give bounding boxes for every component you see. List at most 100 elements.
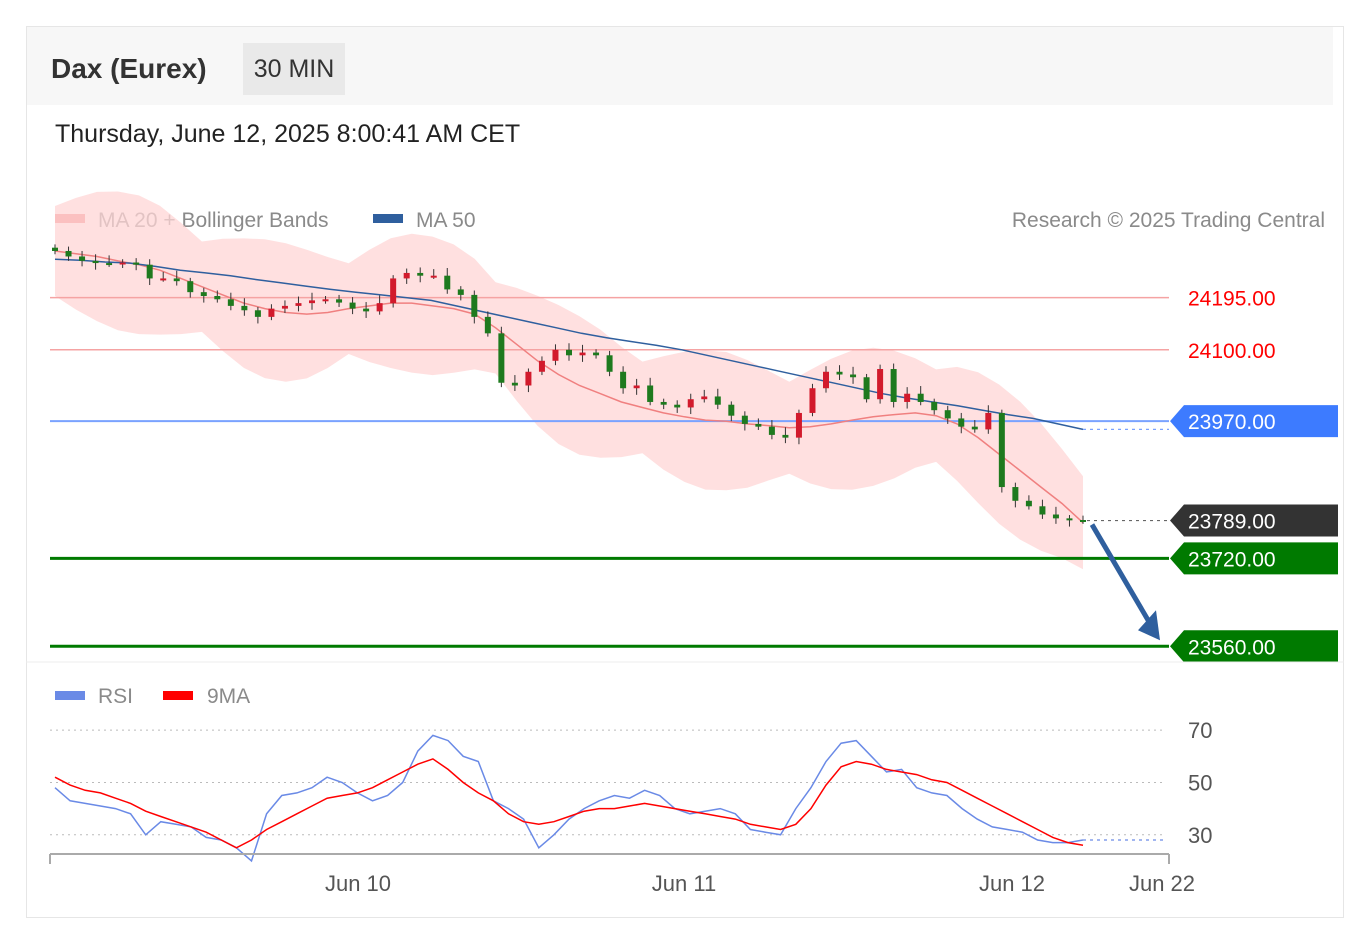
candle-body: [79, 256, 86, 261]
rsi-legend-label: RSI: [98, 685, 133, 708]
rsi-line: [54, 734, 1084, 863]
price-chart[interactable]: MA 20 + Bollinger Bands MA 50 Research ©…: [0, 0, 1366, 936]
rsi-ma-legend-swatch: [163, 691, 193, 700]
forecast-arrow-line: [1089, 523, 1157, 632]
candle-body: [998, 412, 1005, 488]
candle-body: [809, 388, 816, 413]
resistance-level-label: 24100.00: [1188, 340, 1276, 363]
candle-body: [457, 289, 464, 295]
candle-body: [336, 299, 343, 303]
candle-body: [106, 263, 113, 266]
candle-body: [944, 410, 951, 419]
candle-body: [1080, 520, 1086, 522]
x-tick-label: Jun 12: [979, 871, 1045, 896]
candle-body: [160, 278, 167, 281]
candle-body: [931, 401, 938, 411]
candle-body: [390, 278, 397, 304]
rsi-tick-label: 30: [1188, 823, 1212, 848]
candle-body: [92, 260, 99, 264]
candle-body: [227, 299, 234, 306]
candle-body: [890, 369, 897, 402]
candle-body: [1012, 487, 1019, 501]
candle-body: [444, 275, 451, 290]
rsi-tick-label: 50: [1188, 770, 1212, 795]
rsi-ma-line: [54, 758, 1084, 849]
ma50-legend-label: MA 50: [416, 209, 476, 232]
rsi-panel: 70 50 30: [50, 718, 1212, 863]
candle-body: [133, 262, 140, 265]
candle-body: [863, 377, 870, 400]
candle-body: [904, 393, 911, 402]
candle-body: [525, 371, 532, 386]
candle-body: [714, 396, 721, 405]
candle-body: [593, 352, 600, 356]
candle-body: [741, 415, 748, 424]
candle-body: [971, 426, 978, 430]
candle-body: [471, 294, 478, 317]
candle-body: [403, 272, 410, 279]
candle-body: [146, 264, 153, 279]
candle-body: [241, 305, 248, 311]
candle-body: [1039, 506, 1046, 515]
candle-body: [782, 434, 789, 438]
candle-body: [417, 272, 424, 276]
candle-body: [917, 393, 924, 402]
candle-body: [430, 275, 437, 278]
candle-body: [552, 349, 559, 361]
candle-body: [52, 247, 58, 251]
candle-body: [187, 281, 194, 293]
resistance-level-label: 24195.00: [1188, 288, 1276, 311]
candle-body: [823, 371, 829, 389]
x-tick-label: Jun 11: [652, 871, 716, 896]
candle-body: [606, 355, 613, 372]
ma50-legend-swatch: [373, 214, 403, 223]
support-level-label: 23560.00: [1188, 636, 1276, 659]
candle-body: [200, 292, 207, 296]
candle-body: [566, 349, 572, 356]
forecast-arrow-head: [1138, 610, 1160, 641]
candle-body: [484, 316, 491, 334]
support-level-label: 23720.00: [1188, 548, 1276, 571]
rsi-legend-swatch: [55, 691, 85, 700]
candle-body: [1025, 500, 1032, 507]
candle-body: [498, 333, 505, 383]
candle-body: [349, 302, 356, 309]
last-level-label: 23789.00: [1188, 511, 1276, 534]
candle-body: [65, 250, 72, 257]
x-tick-label: Jun 10: [325, 871, 391, 896]
candle-body: [538, 360, 545, 372]
candle-body: [579, 352, 586, 356]
candle-body: [376, 303, 383, 312]
x-tick-label: Jun 22: [1129, 871, 1195, 896]
candle-body: [755, 423, 762, 427]
candle-body: [1066, 518, 1073, 521]
candle-body: [877, 369, 884, 400]
candle-body: [119, 262, 126, 265]
candle-body: [836, 371, 843, 375]
copyright-text: Research © 2025 Trading Central: [1012, 209, 1325, 232]
candle-body: [647, 385, 654, 402]
candle-body: [295, 303, 302, 306]
candle-body: [268, 308, 275, 317]
rsi-ma-legend-label: 9MA: [207, 685, 250, 708]
candle-body: [633, 385, 640, 389]
rsi-tick-label: 70: [1188, 718, 1212, 743]
candle-body: [795, 412, 802, 438]
candle-body: [322, 299, 329, 302]
candle-body: [281, 305, 288, 309]
candle-body: [768, 426, 775, 435]
candle-body: [1052, 514, 1059, 519]
candle-body: [660, 401, 667, 405]
candle-body: [309, 300, 315, 304]
candle-body: [701, 396, 708, 400]
candle-body: [850, 374, 857, 378]
pivot-level-label: 23970.00: [1188, 411, 1276, 434]
candle-body: [958, 418, 965, 427]
candle-body: [363, 308, 370, 312]
candle-body: [687, 399, 694, 408]
candle-body: [620, 371, 627, 389]
candle-body: [511, 382, 518, 386]
candle-body: [674, 404, 681, 408]
candle-body: [214, 296, 221, 300]
candle-body: [173, 278, 180, 282]
